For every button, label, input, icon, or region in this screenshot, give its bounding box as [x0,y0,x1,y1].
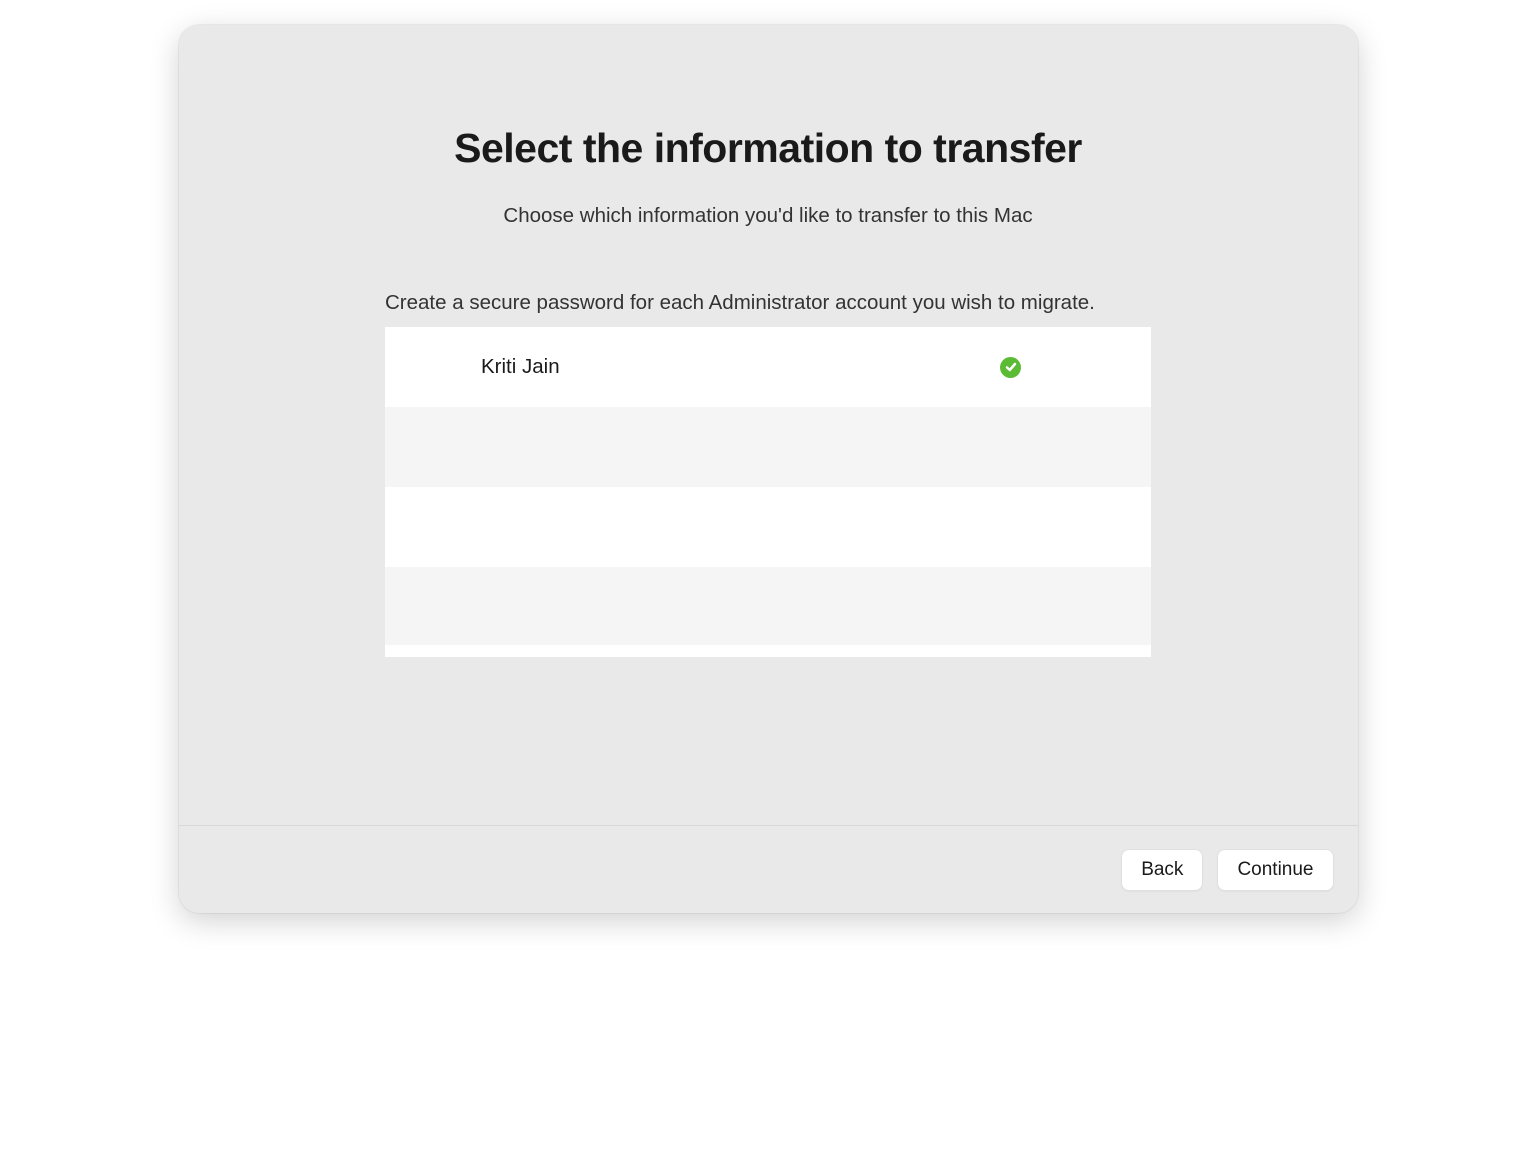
accounts-table: Kriti Jain [385,327,1151,657]
page-title: Select the information to transfer [454,125,1082,172]
checkmark-icon [1000,357,1021,378]
table-row-empty [385,407,1151,487]
migration-assistant-window: Select the information to transfer Choos… [179,25,1358,913]
back-button[interactable]: Back [1121,849,1203,891]
continue-button[interactable]: Continue [1217,849,1333,891]
table-row-empty [385,487,1151,567]
account-name-label: Kriti Jain [481,355,1000,379]
table-row-empty [385,567,1151,645]
footer-bar: Back Continue [179,825,1358,913]
content-area: Select the information to transfer Choos… [179,25,1358,825]
account-row[interactable]: Kriti Jain [385,327,1151,407]
instruction-text: Create a secure password for each Admini… [385,291,1151,315]
table-row-empty [385,645,1151,657]
page-subtitle: Choose which information you'd like to t… [503,204,1032,228]
